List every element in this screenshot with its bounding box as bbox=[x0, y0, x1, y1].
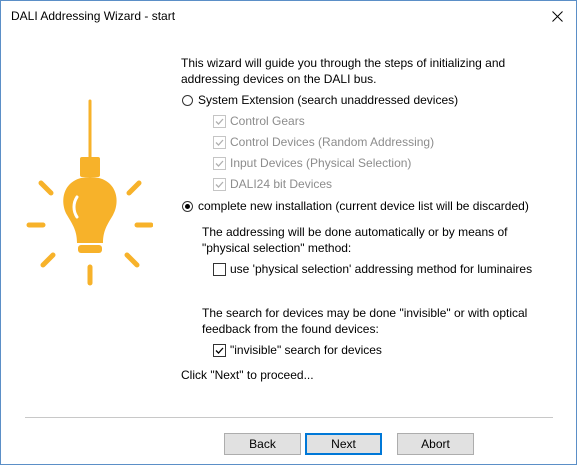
complete-install-radio[interactable] bbox=[182, 201, 193, 212]
physical-selection-label[interactable]: use 'physical selection' addressing meth… bbox=[230, 262, 532, 276]
wizard-window: DALI Addressing Wizard - start This wiza… bbox=[0, 0, 577, 465]
dali24-checkbox[interactable] bbox=[213, 178, 226, 191]
search-line-2: feedback from the found devices: bbox=[202, 322, 379, 336]
proceed-text: Click "Next" to proceed... bbox=[181, 368, 314, 382]
system-extension-radio[interactable] bbox=[182, 95, 193, 106]
lightbulb-icon bbox=[26, 99, 153, 286]
control-gears-label: Control Gears bbox=[230, 114, 305, 128]
addressing-line-2: "physical selection" method: bbox=[202, 241, 352, 255]
checkmark-icon bbox=[215, 118, 224, 125]
separator bbox=[25, 417, 553, 418]
intro-line-1: This wizard will guide you through the s… bbox=[181, 56, 506, 70]
control-devices-checkbox[interactable] bbox=[213, 136, 226, 149]
input-devices-label: Input Devices (Physical Selection) bbox=[230, 156, 412, 170]
intro-text: This wizard will guide you through the s… bbox=[181, 55, 505, 87]
intro-line-2: addressing devices on the DALI bus. bbox=[181, 72, 377, 86]
close-button[interactable] bbox=[542, 3, 572, 29]
control-gears-checkbox[interactable] bbox=[213, 115, 226, 128]
next-button[interactable]: Next bbox=[305, 433, 382, 455]
addressing-description: The addressing will be done automaticall… bbox=[202, 224, 508, 256]
window-title: DALI Addressing Wizard - start bbox=[11, 9, 176, 23]
title-bar: DALI Addressing Wizard - start bbox=[1, 1, 576, 31]
checkmark-icon bbox=[215, 181, 224, 188]
checkmark-icon bbox=[215, 160, 224, 167]
control-devices-label: Control Devices (Random Addressing) bbox=[230, 135, 435, 149]
system-extension-label[interactable]: System Extension (search unaddressed dev… bbox=[198, 93, 458, 107]
complete-install-label[interactable]: complete new installation (current devic… bbox=[198, 199, 529, 213]
abort-button[interactable]: Abort bbox=[397, 433, 474, 455]
back-button[interactable]: Back bbox=[224, 433, 301, 455]
invisible-search-label[interactable]: "invisible" search for devices bbox=[230, 343, 382, 357]
search-line-1: The search for devices may be done "invi… bbox=[202, 306, 528, 320]
invisible-search-checkbox[interactable] bbox=[213, 344, 226, 357]
physical-selection-checkbox[interactable] bbox=[213, 263, 226, 276]
checkmark-icon bbox=[215, 139, 224, 146]
input-devices-checkbox[interactable] bbox=[213, 157, 226, 170]
search-description: The search for devices may be done "invi… bbox=[202, 305, 527, 337]
close-icon bbox=[551, 10, 563, 22]
dali24-label: DALI24 bit Devices bbox=[230, 177, 333, 191]
checkmark-icon bbox=[215, 347, 224, 354]
addressing-line-1: The addressing will be done automaticall… bbox=[202, 225, 508, 239]
